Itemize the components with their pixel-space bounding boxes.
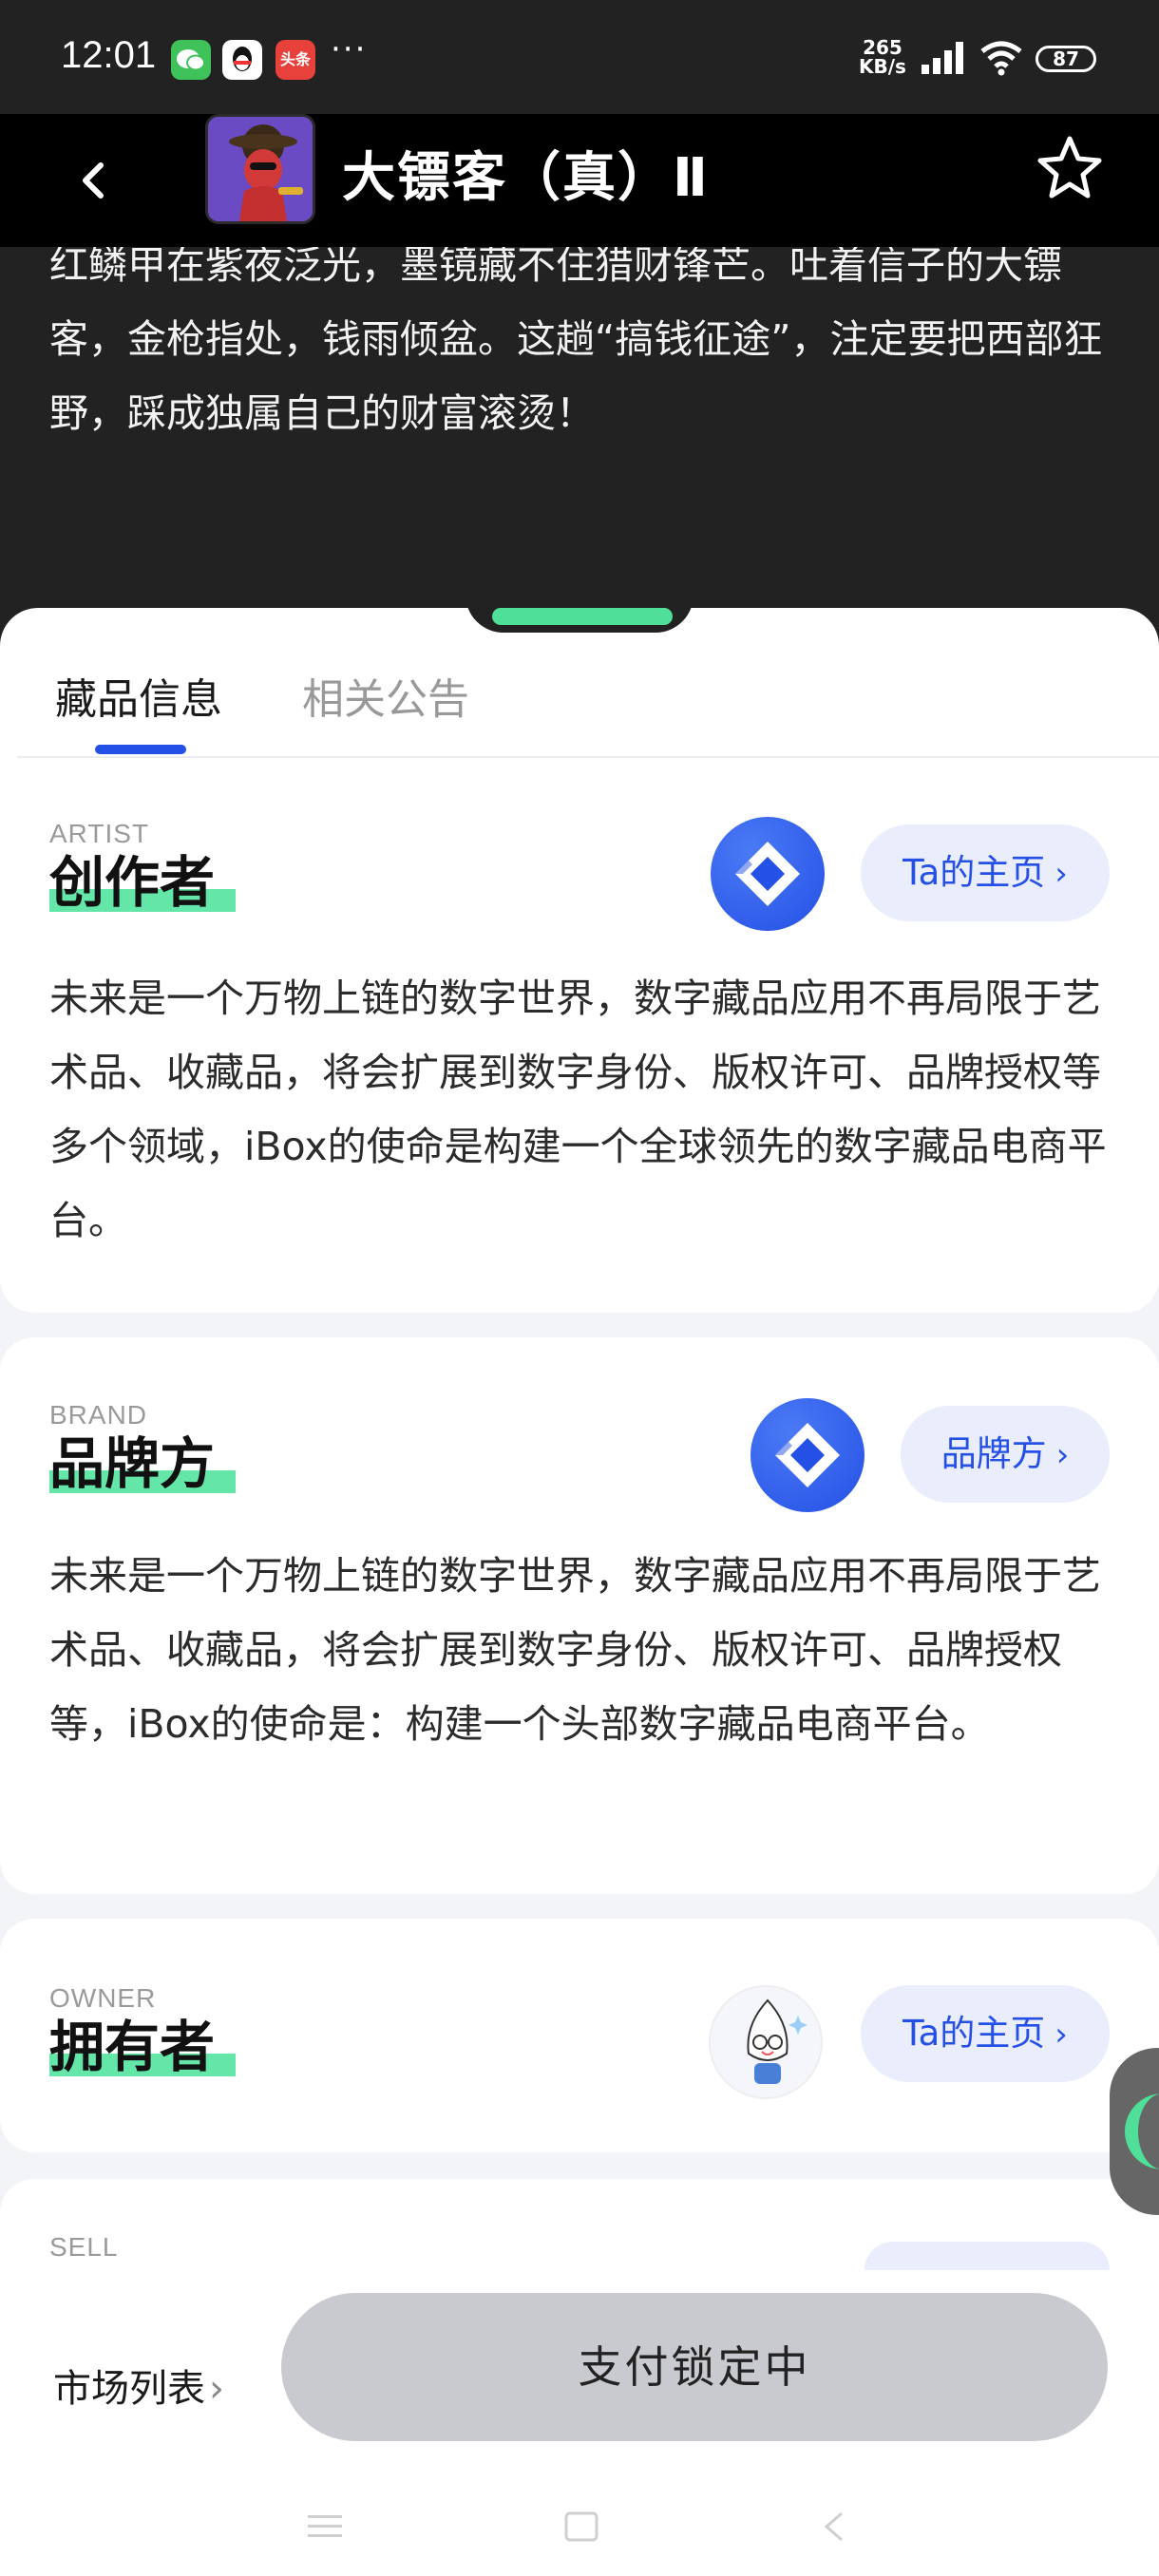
back-nav-icon[interactable] [815, 2508, 853, 2546]
owner-card: OWNER 拥有者 Ta的主页 › [0, 1919, 1159, 2152]
chevron-right-icon: › [1054, 2016, 1068, 2054]
nft-thumbnail[interactable] [205, 114, 315, 224]
chevron-right-icon: › [1055, 1436, 1070, 1474]
signal-icon [922, 42, 963, 74]
brand-heading: 品牌方 [49, 1431, 216, 1496]
tab-collection-info[interactable]: 藏品信息 [55, 665, 222, 726]
artist-homepage-button[interactable]: Ta的主页 › [861, 824, 1110, 921]
tab-bar: 藏品信息 相关公告 [0, 665, 1159, 758]
owner-avatar[interactable] [709, 1985, 823, 2099]
header: 大镖客（真）Ⅱ [0, 114, 1159, 247]
page-title: 大镖客（真）Ⅱ [342, 147, 710, 209]
chevron-right-icon: › [1054, 855, 1068, 893]
favorite-star-icon[interactable] [1036, 133, 1104, 201]
artist-kicker: ARTIST [49, 819, 150, 848]
artist-description: 未来是一个万物上链的数字世界，数字藏品应用不再局限于艺术品、收藏品，将会扩展到数… [49, 975, 1107, 1243]
network-speed: 265 KB/s [859, 36, 906, 78]
market-list-link[interactable]: 市场列表 › [53, 2358, 224, 2413]
artist-logo[interactable] [711, 817, 825, 931]
artist-card: ARTIST 创作者 Ta的主页 › 未来是一个万物上链的数字世界，数字藏品应用不… [0, 760, 1159, 1313]
nft-description: 红鳞甲在紫夜泛光，墨镜藏不住猎财锋芒。吐着信子的大镖客，金枪指处，钱雨倾盆。这趟… [49, 247, 1103, 436]
floating-widget-icon [1125, 2093, 1159, 2169]
artist-heading: 创作者 [49, 850, 216, 915]
sell-kicker: SELL [49, 2232, 119, 2262]
home-nav-icon[interactable] [562, 2508, 600, 2546]
brand-card: BRAND 品牌方 品牌方 › 未来是一个万物上链的数字世界，数字藏品应用不再局限… [0, 1337, 1159, 1894]
back-arrow-icon[interactable] [66, 152, 124, 209]
payment-locked-button[interactable]: 支付锁定中 [281, 2293, 1108, 2441]
active-tab-indicator [95, 745, 186, 754]
tab-announcements[interactable]: 相关公告 [302, 665, 469, 726]
artist-heading-wrap: 创作者 [49, 849, 236, 916]
owner-kicker: OWNER [49, 1983, 157, 2013]
wechat-icon [171, 40, 211, 80]
brand-logo[interactable] [750, 1398, 864, 1512]
ibox-logo-icon [735, 842, 800, 906]
status-bar: 12:01 头条 ··· 265 KB/s 87 [0, 0, 1159, 114]
brand-heading-wrap: 品牌方 [49, 1430, 236, 1497]
more-notifications-icon: ··· [331, 30, 368, 68]
toutiao-icon: 头条 [276, 40, 315, 80]
owner-heading: 拥有者 [49, 2015, 216, 2079]
brand-kicker: BRAND [49, 1400, 148, 1430]
chevron-right-icon: › [209, 2367, 224, 2411]
brand-page-button[interactable]: 品牌方 › [901, 1406, 1110, 1503]
system-nav-bar [0, 2479, 1159, 2574]
tabs-divider [17, 756, 1159, 758]
battery-indicator: 87 [1036, 46, 1096, 72]
sheet-drag-handle[interactable] [492, 608, 673, 625]
qq-icon [222, 40, 262, 80]
owner-homepage-button[interactable]: Ta的主页 › [861, 1985, 1110, 2082]
owner-heading-wrap: 拥有者 [49, 2014, 236, 2080]
ibox-logo-icon [775, 1423, 840, 1487]
floating-side-widget[interactable] [1110, 2048, 1159, 2215]
wifi-icon [980, 41, 1022, 76]
bottom-action-bar: 市场列表 › 支付锁定中 [0, 2270, 1159, 2576]
status-time: 12:01 [61, 34, 157, 76]
menu-nav-icon[interactable] [306, 2508, 344, 2546]
brand-description: 未来是一个万物上链的数字世界，数字藏品应用不再局限于艺术品、收藏品，将会扩展到数… [49, 1553, 1101, 1747]
